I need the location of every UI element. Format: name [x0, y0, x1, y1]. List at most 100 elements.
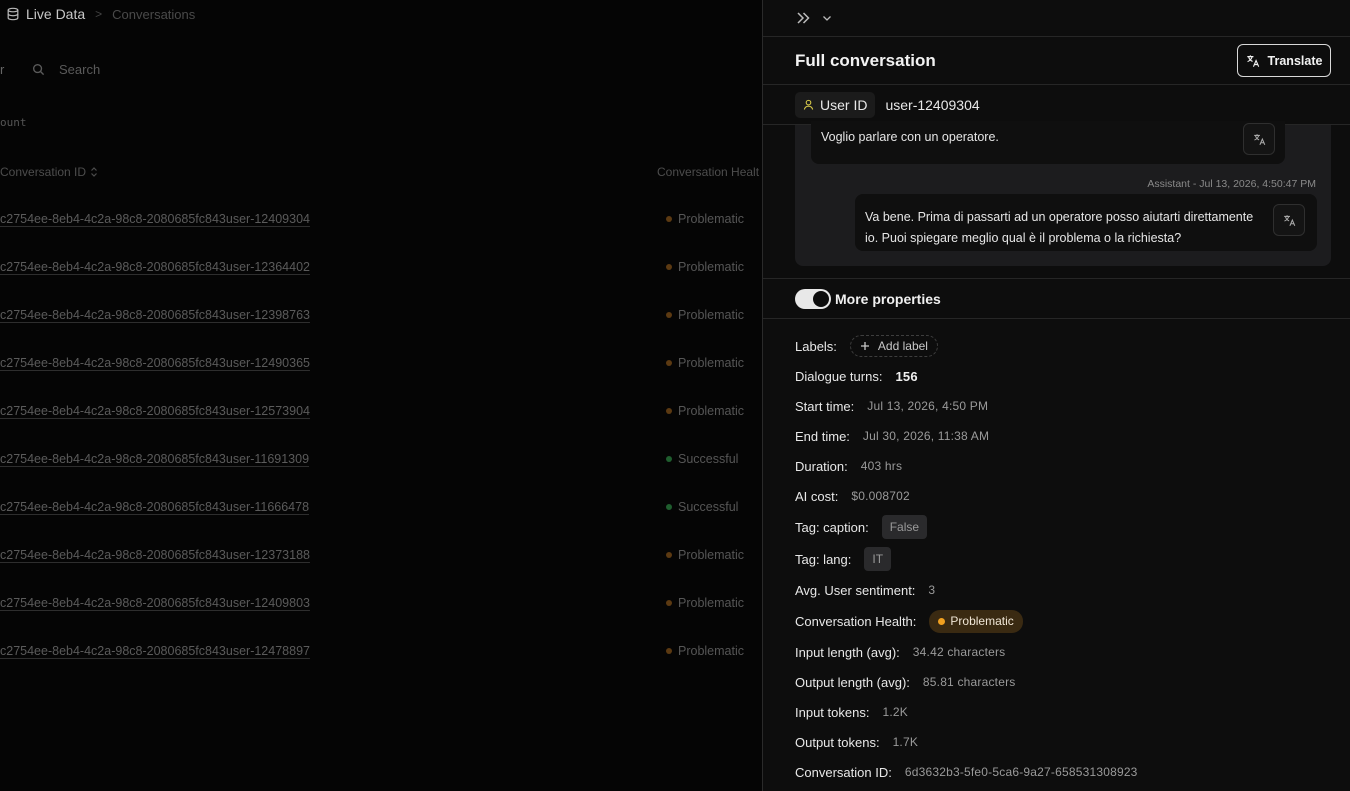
breadcrumb-root-link[interactable]: Live Data	[26, 6, 85, 22]
prop-ai-cost: AI cost: $0.008702	[795, 481, 1335, 511]
conversation-id-link[interactable]: c2754ee-8eb4-4c2a-98c8-2080685fc843user-…	[0, 404, 310, 418]
conversation-id-link[interactable]: c2754ee-8eb4-4c2a-98c8-2080685fc843user-…	[0, 500, 309, 514]
prop-value: 85.81 characters	[922, 675, 1016, 689]
conversation-id-link[interactable]: c2754ee-8eb4-4c2a-98c8-2080685fc843user-…	[0, 308, 310, 322]
translate-button[interactable]: Translate	[1237, 44, 1331, 77]
prop-value: 3	[928, 583, 936, 597]
health-status: Problematic	[666, 308, 744, 322]
translate-message-button[interactable]	[1273, 204, 1305, 236]
prop-start-time: Start time: Jul 13, 2026, 4:50 PM	[795, 391, 1335, 421]
prop-tag-lang: Tag: lang: IT	[795, 543, 1335, 575]
translate-icon	[1246, 54, 1259, 67]
health-label: Successful	[678, 500, 739, 514]
health-label: Successful	[678, 452, 739, 466]
translate-label: Translate	[1267, 53, 1323, 68]
status-label: Problematic	[950, 614, 1014, 628]
table-row[interactable]: c2754ee-8eb4-4c2a-98c8-2080685fc843user-…	[0, 388, 762, 436]
prop-output-tokens: Output tokens: 1.7K	[795, 727, 1335, 757]
status-dot	[666, 600, 672, 606]
sort-icon	[91, 167, 97, 177]
conversation-id-link[interactable]: c2754ee-8eb4-4c2a-98c8-2080685fc843user-…	[0, 596, 310, 610]
table-row[interactable]: c2754ee-8eb4-4c2a-98c8-2080685fc843user-…	[0, 436, 762, 484]
prop-key: Input length (avg):	[795, 644, 900, 660]
health-status: Problematic	[666, 260, 744, 274]
conversation-id-link[interactable]: c2754ee-8eb4-4c2a-98c8-2080685fc843user-…	[0, 356, 310, 370]
health-label: Problematic	[678, 644, 744, 658]
conversation-id-link[interactable]: c2754ee-8eb4-4c2a-98c8-2080685fc843user-…	[0, 644, 310, 658]
search-box[interactable]: Search	[32, 62, 100, 77]
conversation-detail-panel: Full conversation Translate User ID user…	[762, 0, 1350, 791]
search-input[interactable]: Search	[59, 62, 100, 77]
status-badge: Problematic	[929, 609, 1023, 633]
status-dot	[666, 552, 672, 558]
panel-header: Full conversation Translate	[763, 37, 1350, 85]
prop-value: 6d3632b3-5fe0-5ca6-9a27-658531308923	[904, 765, 1138, 779]
column-header-conversation-id[interactable]: Conversation ID	[0, 165, 98, 179]
prop-input-length: Input length (avg): 34.42 characters	[795, 637, 1335, 667]
translate-icon	[1283, 214, 1295, 226]
table-row[interactable]: c2754ee-8eb4-4c2a-98c8-2080685fc843user-…	[0, 580, 762, 628]
conversation-id-link[interactable]: c2754ee-8eb4-4c2a-98c8-2080685fc843user-…	[0, 212, 310, 226]
prop-key: Duration:	[795, 458, 848, 474]
prop-key: End time:	[795, 428, 850, 444]
user-message: Voglio parlare con un operatore.	[811, 121, 1285, 164]
collapse-panel-icon[interactable]	[795, 10, 811, 26]
tag-badge: IT	[864, 547, 892, 571]
prop-key: Output tokens:	[795, 734, 880, 750]
prop-key: AI cost:	[795, 488, 839, 504]
table-row[interactable]: c2754ee-8eb4-4c2a-98c8-2080685fc843user-…	[0, 340, 762, 388]
prop-key: Conversation ID:	[795, 764, 892, 780]
chevron-down-icon[interactable]	[821, 12, 833, 24]
health-status: Problematic	[666, 644, 744, 658]
prop-end-time: End time: Jul 30, 2026, 11:38 AM	[795, 421, 1335, 451]
add-label-button[interactable]: Add label	[849, 335, 938, 357]
table-row[interactable]: c2754ee-8eb4-4c2a-98c8-2080685fc843user-…	[0, 196, 762, 244]
health-status: Problematic	[666, 404, 744, 418]
panel-title: Full conversation	[795, 50, 936, 70]
health-label: Problematic	[678, 404, 744, 418]
prop-key: Tag: lang:	[795, 551, 852, 567]
breadcrumb-separator: >	[95, 7, 103, 21]
table-row[interactable]: c2754ee-8eb4-4c2a-98c8-2080685fc843user-…	[0, 244, 762, 292]
conversation-id-link[interactable]: c2754ee-8eb4-4c2a-98c8-2080685fc843user-…	[0, 260, 310, 274]
prop-value: $0.008702	[851, 489, 910, 503]
properties-list: Labels: Add label Dialogue turns: 156 St…	[795, 331, 1335, 787]
health-status: Problematic	[666, 548, 744, 562]
prop-key: Start time:	[795, 398, 855, 414]
breadcrumb-current: Conversations	[112, 6, 196, 22]
status-dot	[666, 360, 672, 366]
translate-message-button[interactable]	[1243, 123, 1275, 155]
prop-tag-caption: Tag: caption: False	[795, 511, 1335, 543]
user-id-label: User ID	[820, 96, 868, 113]
prop-key: Conversation Health:	[795, 613, 917, 629]
prop-value: 403 hrs	[860, 459, 903, 473]
status-dot	[666, 648, 672, 654]
tag-badge: False	[881, 515, 928, 539]
more-properties-label: More properties	[835, 290, 941, 307]
plus-icon	[860, 342, 869, 350]
search-icon	[32, 63, 45, 76]
assistant-message: Va bene. Prima di passarti ad un operato…	[855, 194, 1317, 251]
table-row[interactable]: c2754ee-8eb4-4c2a-98c8-2080685fc843user-…	[0, 484, 762, 532]
table-row[interactable]: c2754ee-8eb4-4c2a-98c8-2080685fc843user-…	[0, 628, 762, 676]
table-row[interactable]: c2754ee-8eb4-4c2a-98c8-2080685fc843user-…	[0, 292, 762, 340]
assistant-message-text: Va bene. Prima di passarti ad un operato…	[865, 210, 1254, 245]
filter-button[interactable]: r	[0, 62, 4, 77]
status-dot	[666, 504, 672, 510]
more-properties-toggle[interactable]	[795, 288, 831, 309]
prop-labels: Labels: Add label	[795, 331, 1335, 361]
column-header-health[interactable]: Conversation Healt	[657, 165, 759, 179]
conversation-id-link[interactable]: c2754ee-8eb4-4c2a-98c8-2080685fc843user-…	[0, 452, 309, 466]
status-dot	[938, 617, 946, 625]
health-status: Problematic	[666, 356, 744, 370]
user-id-value: user-12409304	[885, 96, 980, 113]
prop-key: Dialogue turns:	[795, 368, 883, 384]
prop-dialogue-turns: Dialogue turns: 156	[795, 361, 1335, 391]
table-row[interactable]: c2754ee-8eb4-4c2a-98c8-2080685fc843user-…	[0, 532, 762, 580]
conversation-id-link[interactable]: c2754ee-8eb4-4c2a-98c8-2080685fc843user-…	[0, 548, 310, 562]
prop-value: 1.7K	[892, 735, 919, 749]
health-status: Problematic	[666, 212, 744, 226]
status-dot	[666, 216, 672, 222]
row-count: ount	[0, 116, 27, 129]
health-label: Problematic	[678, 212, 744, 226]
